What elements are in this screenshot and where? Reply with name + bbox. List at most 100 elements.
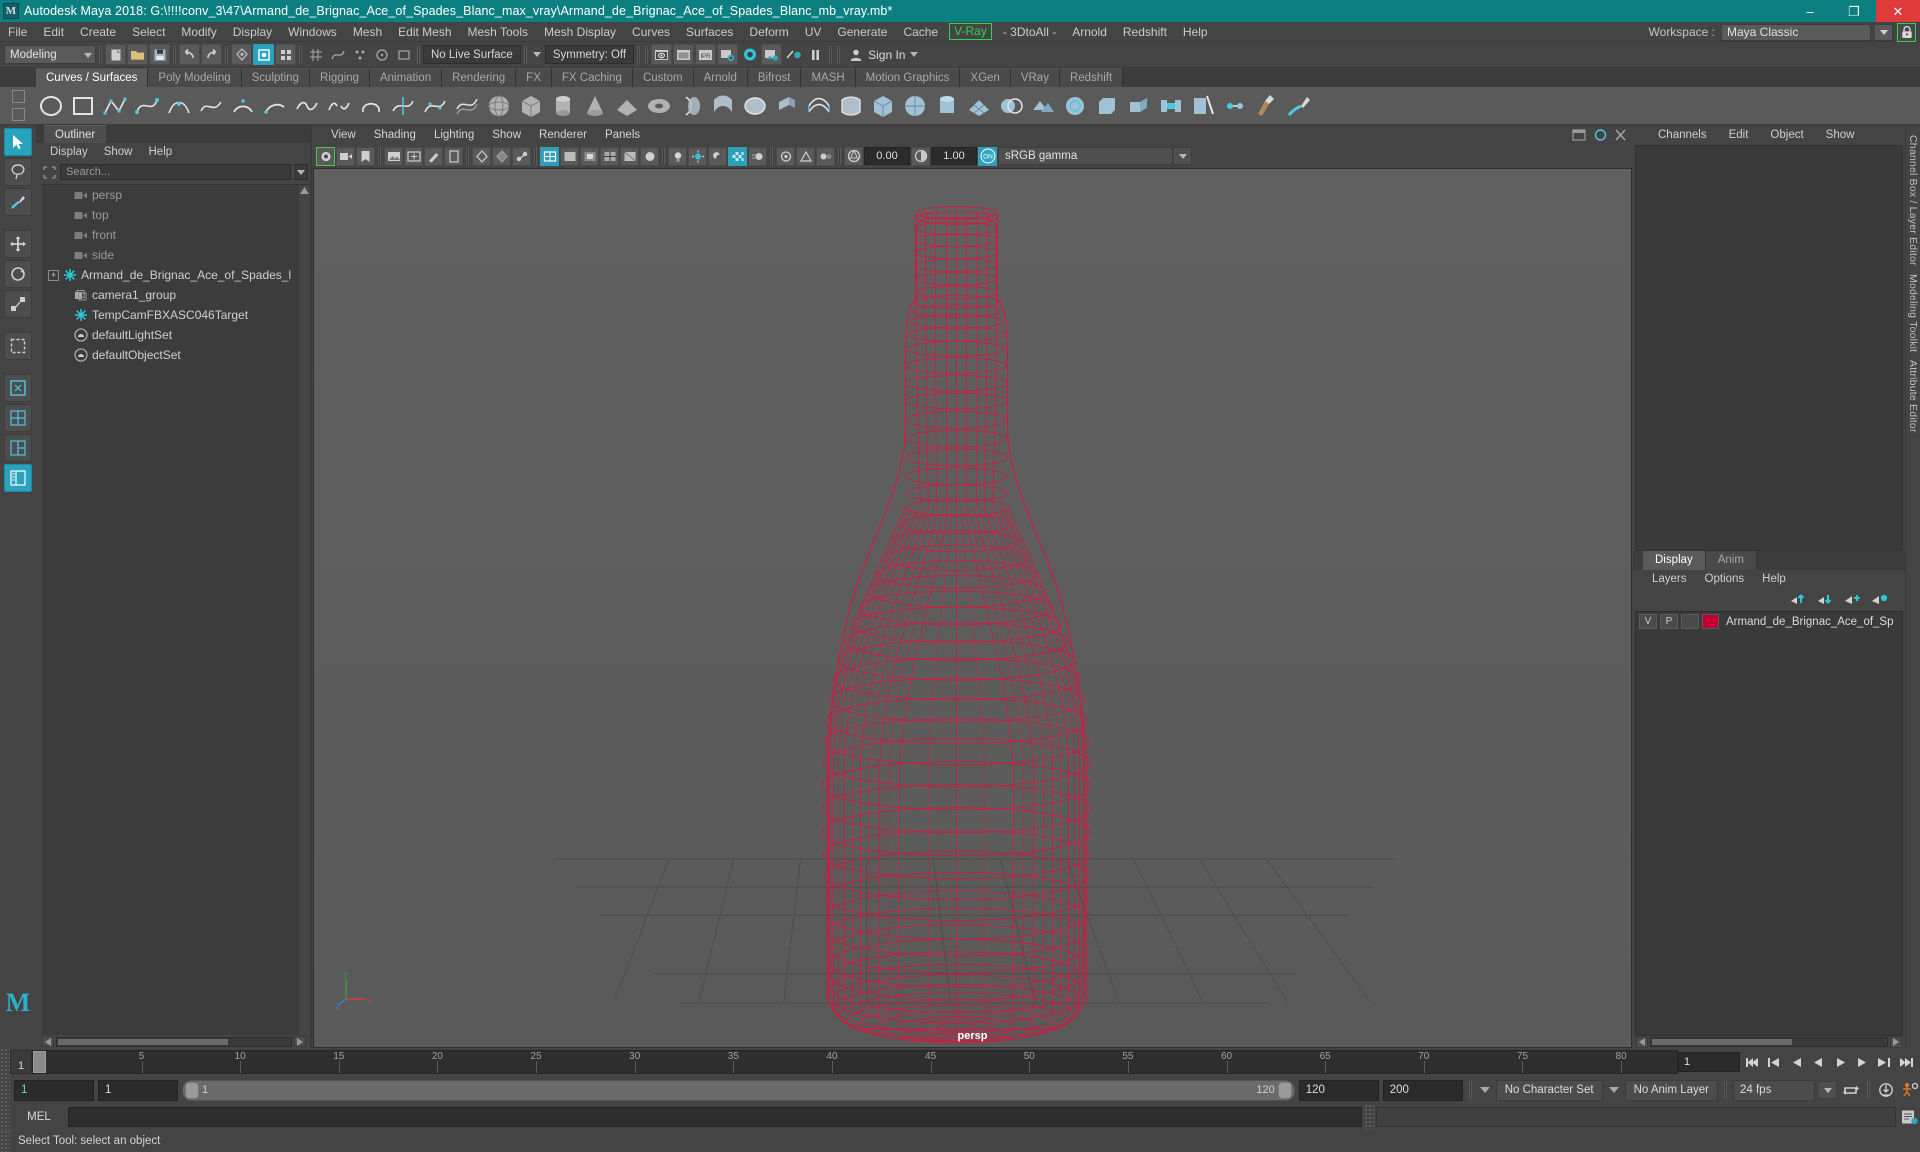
layer-menu-help[interactable]: Help [1753,570,1795,589]
menu-cache[interactable]: Cache [895,22,946,42]
wireframe-shading-button[interactable] [540,146,559,166]
menu-redshift[interactable]: Redshift [1115,22,1175,42]
side-tab-attribute-editor[interactable]: Attribute Editor [1907,356,1919,437]
attach-curves-button[interactable] [292,91,322,121]
lighting-all-button[interactable] [688,146,707,166]
outliner-item-default-light-set[interactable]: defaultLightSet [42,325,310,345]
snap-to-projected-center-button[interactable] [371,44,392,65]
shelf-tab-sculpting[interactable]: Sculpting [241,68,310,87]
go-to-start-button[interactable] [1742,1052,1762,1072]
outliner-menu-help[interactable]: Help [141,143,181,162]
paint-select-tool-button[interactable] [4,188,32,216]
outliner-item-armand-de-brignac[interactable]: + Armand_de_Brignac_Ace_of_Spades_l [42,265,310,285]
playback-loop-button[interactable] [1841,1080,1861,1100]
menu-file[interactable]: File [0,22,35,42]
shelf-tab-motion-graphics[interactable]: Motion Graphics [855,68,961,87]
select-camera-button[interactable] [316,146,335,166]
outliner-menu-show[interactable]: Show [96,143,141,162]
image-plane-button[interactable] [384,146,403,166]
viewport-menu-shading[interactable]: Shading [365,125,425,145]
step-back-key-button[interactable] [1786,1052,1806,1072]
menu-set-dropdown[interactable]: Modeling [4,45,96,64]
shelf-menu-icon[interactable] [11,89,25,103]
menu-edit[interactable]: Edit [35,22,72,42]
nurbs-sphere-button[interactable] [484,91,514,121]
color-management-dropdown-arrow[interactable] [1174,147,1192,165]
lasso-select-tool-button[interactable] [4,158,32,186]
display-layer-list[interactable]: V P Armand_de_Brignac_Ace_of_Sp [1635,610,1903,1036]
outliner-item-tempcam-target[interactable]: TempCamFBXASC046Target [42,305,310,325]
poly-cylinder-button[interactable] [932,91,962,121]
motion-blur-button[interactable] [748,146,767,166]
isolate-select-button[interactable] [472,146,491,166]
ambient-occlusion-button[interactable] [728,146,747,166]
shelf-tab-poly-modeling[interactable]: Poly Modeling [148,68,242,87]
scroll-right-icon[interactable] [294,1036,306,1047]
menu-modify[interactable]: Modify [173,22,224,42]
menu-display[interactable]: Display [225,22,280,42]
planar-button[interactable] [740,91,770,121]
play-forwards-button[interactable] [1830,1052,1850,1072]
select-by-object-type-button[interactable] [253,44,274,65]
viewport-menu-lighting[interactable]: Lighting [425,125,483,145]
offset-curve-button[interactable] [452,91,482,121]
step-forward-key-button[interactable] [1852,1052,1872,1072]
shadows-button[interactable] [708,146,727,166]
command-line-drag-handle[interactable] [0,1104,10,1130]
textured-button[interactable] [620,146,639,166]
time-slider-drag-handle[interactable] [0,1048,10,1076]
cut-curve-button[interactable] [388,91,418,121]
channelbox-menu-object[interactable]: Object [1759,125,1814,145]
range-slider-track[interactable]: 1 120 [182,1079,1295,1101]
shelf-tab-vray[interactable]: VRay [1010,68,1060,87]
menu-help[interactable]: Help [1175,22,1216,42]
menu-uv[interactable]: UV [797,22,830,42]
live-surface-field[interactable]: No Live Surface [423,45,521,64]
symmetry-dropdown-arrow[interactable] [530,45,544,64]
exposure-icon-button[interactable] [844,146,863,166]
play-backwards-button[interactable] [1808,1052,1828,1072]
range-start-handle[interactable] [185,1081,199,1099]
arc-two-point-button[interactable] [260,91,290,121]
nurbs-square-button[interactable] [68,91,98,121]
film-gate-button[interactable] [444,146,463,166]
color-management-toggle[interactable]: ON [978,146,997,166]
go-to-end-button[interactable] [1896,1052,1916,1072]
anim-layer-arrow[interactable] [1607,1081,1621,1100]
menu-mesh-display[interactable]: Mesh Display [536,22,624,42]
bezier-curve-tool-button[interactable] [164,91,194,121]
rebuild-curve-button[interactable] [420,91,450,121]
nurbs-cylinder-button[interactable] [548,91,578,121]
undo-button[interactable] [179,44,200,65]
open-close-curves-button[interactable] [356,91,386,121]
shelf-tab-xgen[interactable]: XGen [960,68,1011,87]
channel-box-content[interactable] [1635,145,1903,551]
menu-surfaces[interactable]: Surfaces [678,22,741,42]
menu-generate[interactable]: Generate [829,22,895,42]
layer-tab-anim[interactable]: Anim [1705,550,1757,570]
layer-tab-display[interactable]: Display [1643,550,1706,570]
boundary-button[interactable] [836,91,866,121]
outliner-search-dropdown[interactable] [294,164,308,180]
snap-to-view-planes-button[interactable] [393,44,414,65]
layer-visibility-toggle[interactable]: V [1639,614,1657,629]
poly-sphere-button[interactable] [900,91,930,121]
layout-three-pane-button[interactable] [4,434,32,462]
script-editor-button[interactable] [1898,1107,1920,1127]
screen-space-ao-button[interactable] [776,146,795,166]
layer-new-icon[interactable] [1871,592,1889,606]
playback-frame-field[interactable]: 1 [1678,1052,1740,1072]
pencil-curve-tool-button[interactable] [196,91,226,121]
shelf-tab-fx[interactable]: FX [516,68,552,87]
menu-arnold[interactable]: Arnold [1064,22,1115,42]
nurbs-cone-button[interactable] [580,91,610,121]
channelbox-menu-show[interactable]: Show [1815,125,1866,145]
viewport-menu-view[interactable]: View [322,125,365,145]
bridge-button[interactable] [1156,91,1186,121]
shelf-tab-fx-caching[interactable]: FX Caching [551,68,633,87]
shelf-settings-icon[interactable] [11,108,25,122]
menu-mesh-tools[interactable]: Mesh Tools [460,22,536,42]
menu-3dtoall[interactable]: - 3DtoAll - [995,22,1064,42]
smooth-shade-selected-button[interactable] [580,146,599,166]
channelbox-menu-channels[interactable]: Channels [1647,125,1718,145]
